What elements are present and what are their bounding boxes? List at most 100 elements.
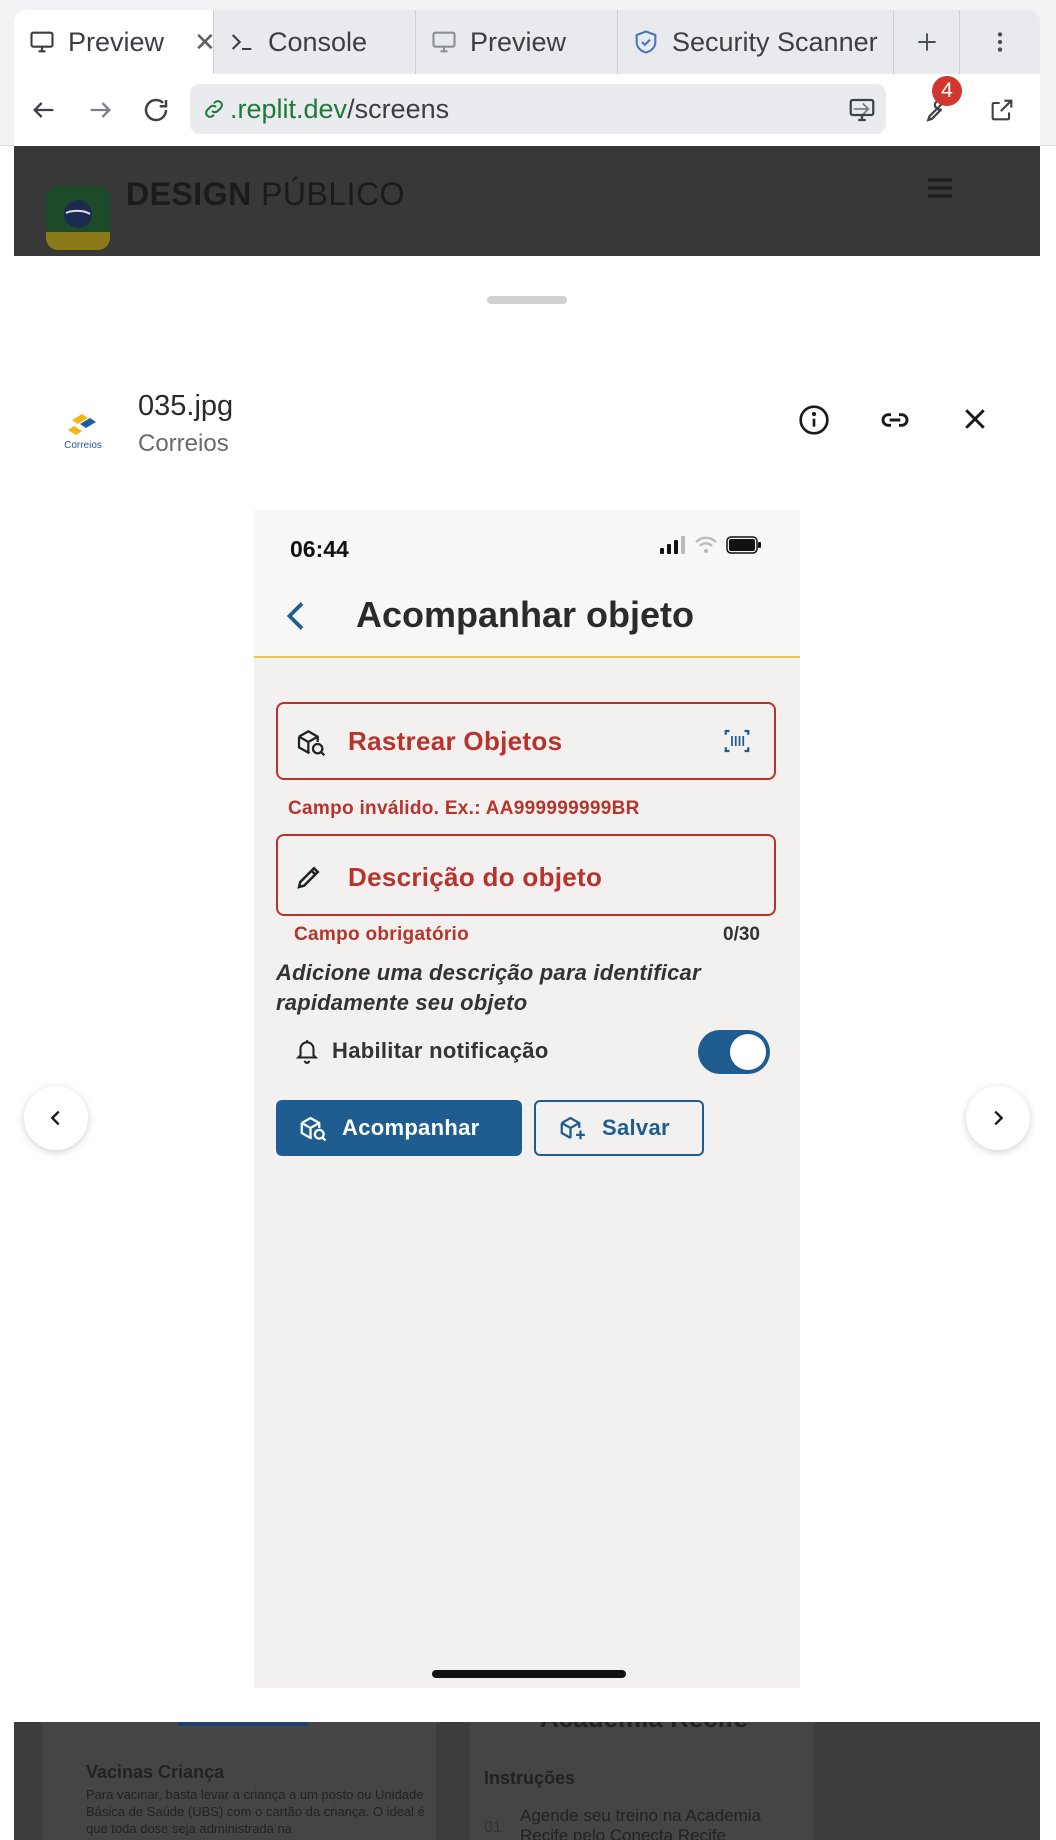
site-title: DESIGN PÚBLICO xyxy=(126,176,405,213)
close-button[interactable] xyxy=(960,404,990,441)
forward-button[interactable] xyxy=(72,82,128,138)
background-card-academy: Academia Recife Instruções 01 Agende seu… xyxy=(470,1705,814,1840)
background-card-text: Para vacinar, basta levar a criança a um… xyxy=(86,1787,425,1836)
sheet-drag-handle[interactable] xyxy=(487,296,567,304)
browser-chrome: Preview ✕ Console Preview Security Scann… xyxy=(0,0,1056,146)
plus-icon xyxy=(917,33,936,51)
track-button-label: Acompanhar xyxy=(342,1115,480,1140)
chevron-right-icon xyxy=(994,1110,1004,1126)
tracking-code-label: Rastrear Objetos xyxy=(348,726,563,756)
shield-icon xyxy=(635,30,657,54)
background-card-title: Instruções xyxy=(484,1768,576,1788)
reload-button[interactable] xyxy=(128,82,184,138)
arrow-left-icon xyxy=(33,102,54,118)
background-card-number: 01 xyxy=(484,1819,502,1836)
barcode-scan-icon[interactable] xyxy=(722,726,752,761)
url-bar[interactable]: .replit.dev/screens xyxy=(190,84,886,134)
tab-label: Console xyxy=(268,26,368,57)
back-button[interactable] xyxy=(282,596,312,641)
url-domain: .replit.dev xyxy=(230,93,348,124)
tab-menu-button[interactable] xyxy=(960,10,1040,74)
pencil-icon xyxy=(294,862,324,897)
correios-logo: Correios xyxy=(58,404,108,454)
external-link-icon xyxy=(991,99,1013,121)
menu-button[interactable] xyxy=(926,176,954,205)
signal-icon xyxy=(660,536,685,554)
notification-badge: 4 xyxy=(932,76,962,106)
notification-toggle[interactable] xyxy=(698,1030,770,1074)
package-search-icon xyxy=(294,726,328,763)
tab-console[interactable]: Console xyxy=(214,10,416,74)
file-name: 035.jpg xyxy=(138,390,234,422)
track-button[interactable]: Acompanhar xyxy=(276,1100,522,1156)
site-logo-icon xyxy=(46,186,110,250)
battery-icon xyxy=(726,536,761,554)
notification-label: Habilitar notificação xyxy=(332,1038,549,1063)
tab-bar: Preview ✕ Console Preview Security Scann… xyxy=(14,10,1040,74)
link-icon xyxy=(205,100,223,118)
description-counter: 0/30 xyxy=(723,924,760,945)
background-card-text: Agende seu treino na Academia Recife pel… xyxy=(520,1806,762,1840)
url-path: /screens xyxy=(347,93,450,124)
tab-label: Security Scanner xyxy=(672,26,878,57)
close-icon xyxy=(965,409,985,429)
background-card-accent xyxy=(178,1722,308,1726)
info-icon xyxy=(799,405,829,435)
description-error: Campo obrigatório xyxy=(294,924,470,945)
arrow-right-icon xyxy=(90,102,111,118)
info-button[interactable] xyxy=(798,404,830,441)
more-vertical-icon xyxy=(997,32,1003,52)
tracking-code-error: Campo inválido. Ex.: AA999999999BR xyxy=(288,798,640,819)
description-label: Descrição do objeto xyxy=(348,862,603,892)
description-hint: Adicione uma descrição para identificar … xyxy=(276,960,701,1015)
open-external-button[interactable] xyxy=(974,82,1030,138)
background-card-vaccines: Vacinas Criança Para vacinar, basta leva… xyxy=(42,1722,436,1840)
tab-label: Preview xyxy=(470,26,567,57)
toggle-knob xyxy=(730,1034,766,1070)
next-image-button[interactable] xyxy=(966,1086,1030,1150)
file-organization: Correios xyxy=(138,430,229,457)
terminal-icon xyxy=(231,34,252,51)
previous-image-button[interactable] xyxy=(24,1086,88,1150)
wifi-icon xyxy=(695,536,717,553)
hamburger-menu-icon xyxy=(928,178,952,198)
home-indicator xyxy=(432,1670,626,1678)
back-button[interactable] xyxy=(16,82,72,138)
site-header: DESIGN PÚBLICO xyxy=(14,146,1040,256)
navigation-bar: .replit.dev/screens 4 xyxy=(14,74,1040,146)
browser-actions: 4 xyxy=(834,76,1030,138)
package-search-icon xyxy=(300,1116,327,1142)
bell-icon xyxy=(294,1036,320,1071)
save-button-label: Salvar xyxy=(602,1115,670,1140)
status-time: 06:44 xyxy=(290,536,349,562)
site-title-bold: DESIGN xyxy=(126,176,252,212)
save-button[interactable]: Salvar xyxy=(534,1100,704,1156)
monitor-icon xyxy=(849,98,875,122)
link-icon xyxy=(881,413,909,427)
chevron-left-icon xyxy=(50,1110,60,1126)
phone-screenshot: 06:44 Acompanhar objeto Rastrear Objetos… xyxy=(254,510,800,1688)
reload-icon xyxy=(144,98,168,122)
screen-title: Acompanhar objeto xyxy=(356,594,695,635)
description-field[interactable]: Descrição do objeto xyxy=(276,834,776,916)
monitor-icon xyxy=(432,31,456,53)
tab-label: Preview xyxy=(68,26,165,57)
chevron-left-icon xyxy=(286,602,304,630)
tab-security-scanner[interactable]: Security Scanner xyxy=(618,10,894,74)
package-add-icon xyxy=(560,1116,585,1140)
notification-row: Habilitar notificação xyxy=(290,1030,770,1074)
devtools-button[interactable]: 4 xyxy=(904,76,962,138)
close-tab-icon[interactable]: ✕ xyxy=(194,27,216,58)
tracking-code-field[interactable]: Rastrear Objetos xyxy=(276,702,776,780)
site-title-regular: PÚBLICO xyxy=(261,176,406,212)
tab-preview-active[interactable]: Preview ✕ xyxy=(14,10,216,74)
devices-button[interactable] xyxy=(834,82,890,138)
status-icons xyxy=(660,536,762,554)
correios-logo-text: Correios xyxy=(64,440,102,451)
new-tab-button[interactable] xyxy=(894,10,960,74)
app-bar: Acompanhar objeto xyxy=(254,580,800,658)
copy-link-button[interactable] xyxy=(878,404,912,441)
tab-preview[interactable]: Preview xyxy=(416,10,618,74)
monitor-icon xyxy=(30,31,54,53)
background-content: Vacinas Criança Para vacinar, basta leva… xyxy=(14,1705,1040,1840)
